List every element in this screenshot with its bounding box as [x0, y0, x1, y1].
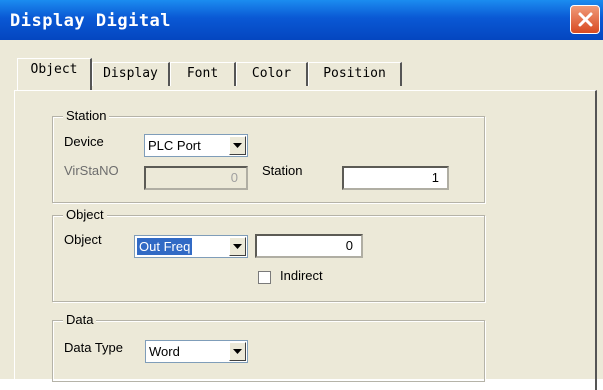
tab-font[interactable]: Font [170, 62, 236, 86]
object-address-field[interactable]: 0 [255, 234, 363, 258]
virstano-label: VirStaNO [64, 163, 119, 178]
data-group-legend: Data [63, 312, 97, 327]
tab-color[interactable]: Color [236, 62, 308, 86]
chevron-down-icon [233, 143, 242, 148]
window-title: Display Digital [10, 11, 172, 31]
object-label: Object [64, 232, 102, 247]
chevron-down-icon [233, 244, 242, 249]
title-bar[interactable]: Display Digital [0, 0, 603, 40]
device-label: Device [64, 134, 104, 149]
station-label: Station [262, 163, 303, 178]
virstano-value: 0 [230, 170, 238, 185]
tab-object[interactable]: Object [17, 58, 92, 90]
object-address-value: 0 [345, 238, 353, 253]
close-icon [578, 12, 593, 27]
datatype-select[interactable]: Word [145, 340, 248, 363]
object-group: Object [52, 207, 485, 302]
device-select-value: PLC Port [148, 138, 201, 153]
display-digital-dialog: Display Digital Object Display Font Colo… [0, 0, 603, 390]
device-select[interactable]: PLC Port [144, 134, 248, 157]
indirect-checkbox[interactable] [258, 271, 271, 284]
datatype-label: Data Type [64, 340, 124, 355]
tab-position[interactable]: Position [308, 62, 402, 86]
station-group-legend: Station [63, 108, 110, 123]
datatype-dropdown-button[interactable] [229, 342, 246, 361]
indirect-label: Indirect [280, 268, 323, 283]
object-group-legend: Object [63, 207, 107, 222]
station-value: 1 [431, 170, 439, 185]
object-select[interactable]: Out Freq [134, 235, 248, 258]
datatype-select-value: Word [149, 344, 180, 359]
object-dropdown-button[interactable] [229, 237, 246, 256]
chevron-down-icon [233, 349, 242, 354]
tab-display[interactable]: Display [92, 62, 170, 86]
object-select-value: Out Freq [137, 238, 193, 255]
device-dropdown-button[interactable] [229, 136, 246, 155]
close-button[interactable] [570, 5, 600, 34]
virstano-field: 0 [144, 166, 248, 190]
station-field[interactable]: 1 [342, 166, 449, 190]
